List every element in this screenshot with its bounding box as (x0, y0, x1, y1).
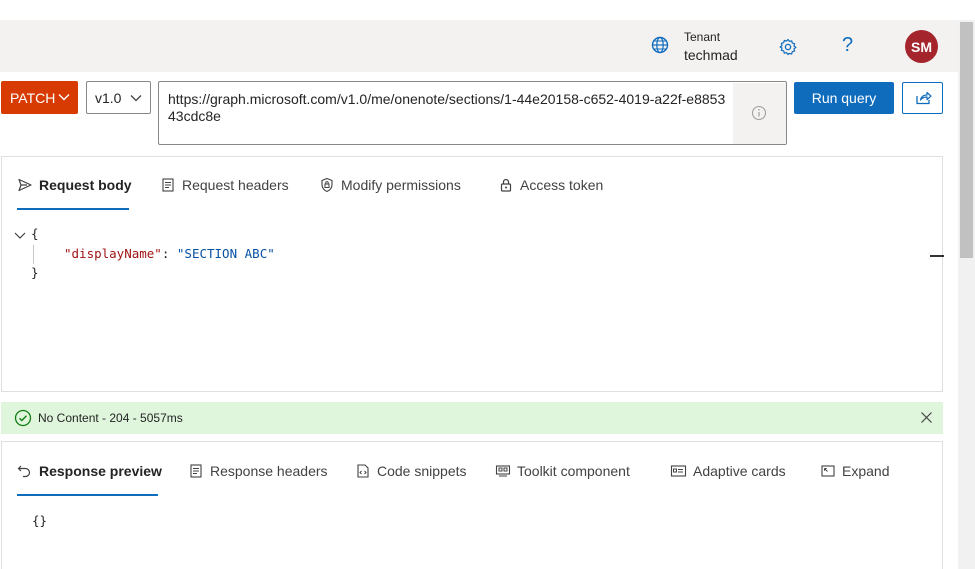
tab-request-headers[interactable]: Request headers (160, 160, 289, 210)
json-close-brace: } (31, 265, 39, 280)
expand-icon (821, 465, 835, 477)
lock-shield-icon (321, 177, 333, 193)
url-info-button[interactable] (733, 83, 786, 144)
tab-response-headers[interactable]: Response headers (188, 446, 328, 496)
tab-expand[interactable]: Expand (820, 446, 889, 496)
tab-adaptive-cards[interactable]: Adaptive cards (670, 446, 786, 496)
json-key: "displayName" (64, 246, 162, 261)
share-icon (916, 91, 932, 105)
chevron-down-icon (130, 95, 142, 102)
tab-label: Request headers (182, 177, 289, 193)
url-text[interactable]: https://graph.microsoft.com/v1.0/me/onen… (168, 91, 728, 125)
tab-toolkit-component[interactable]: Toolkit component (495, 446, 630, 496)
chevron-down-icon (58, 94, 70, 101)
http-method-dropdown[interactable]: PATCH (1, 81, 78, 114)
status-bar: No Content - 204 - 5057ms (1, 402, 943, 434)
response-panel: Response preview Response headers Code s… (1, 441, 943, 569)
version-dropdown[interactable]: v1.0 (86, 81, 151, 114)
response-body: {} (32, 513, 48, 528)
tab-label: Toolkit component (517, 463, 630, 479)
tab-label: Modify permissions (341, 177, 461, 193)
card-icon (670, 465, 687, 477)
version-label: v1.0 (95, 89, 122, 106)
tenant-icon (650, 35, 670, 55)
toolkit-icon (495, 465, 511, 477)
top-bar: Tenant techmad ? SM (0, 20, 958, 72)
info-icon (751, 105, 767, 121)
tab-label: Access token (520, 177, 604, 193)
tab-code-snippets[interactable]: Code snippets (355, 446, 467, 496)
graph-explorer: Tenant techmad ? SM PATCH v1.0 https://g… (0, 0, 975, 569)
chevron-down-icon[interactable] (14, 231, 26, 241)
request-panel: Request body Request headers Modify perm… (1, 156, 944, 392)
scrollbar-thumb[interactable] (960, 22, 973, 258)
run-query-button[interactable]: Run query (794, 82, 894, 114)
tab-label: Response headers (210, 463, 328, 479)
json-colon: : (161, 246, 177, 261)
tenant-name: techmad (684, 47, 738, 63)
check-circle-icon (14, 409, 32, 427)
status-text: No Content - 204 - 5057ms (38, 411, 183, 425)
gear-icon[interactable] (778, 37, 798, 57)
document-icon (162, 178, 174, 192)
json-line[interactable]: "displayName": "SECTION ABC" (64, 246, 275, 261)
tenant-label: Tenant (684, 30, 721, 44)
url-input[interactable]: https://graph.microsoft.com/v1.0/me/onen… (158, 81, 787, 145)
json-open-brace: { (31, 226, 39, 241)
undo-arrow-icon (17, 465, 31, 478)
tab-label: Adaptive cards (693, 463, 786, 479)
lock-icon (500, 178, 512, 192)
send-icon (18, 178, 32, 192)
document-icon (190, 464, 202, 478)
tab-label: Request body (39, 177, 132, 193)
http-method-label: PATCH (10, 89, 56, 106)
tab-modify-permissions[interactable]: Modify permissions (319, 160, 461, 210)
tab-label: Code snippets (377, 463, 467, 479)
question-icon[interactable]: ? (842, 34, 853, 57)
tab-response-preview[interactable]: Response preview (17, 446, 162, 496)
minimap-indicator (930, 255, 944, 257)
indent-guide (33, 245, 34, 264)
tab-label: Expand (842, 463, 890, 479)
share-button[interactable] (902, 82, 943, 114)
tab-request-body[interactable]: Request body (17, 160, 132, 210)
json-value: "SECTION ABC" (176, 246, 275, 261)
close-icon[interactable] (920, 411, 933, 424)
tab-label: Response preview (39, 463, 162, 479)
avatar[interactable]: SM (905, 30, 938, 63)
code-document-icon (357, 464, 369, 478)
tab-access-token[interactable]: Access token (498, 160, 603, 210)
